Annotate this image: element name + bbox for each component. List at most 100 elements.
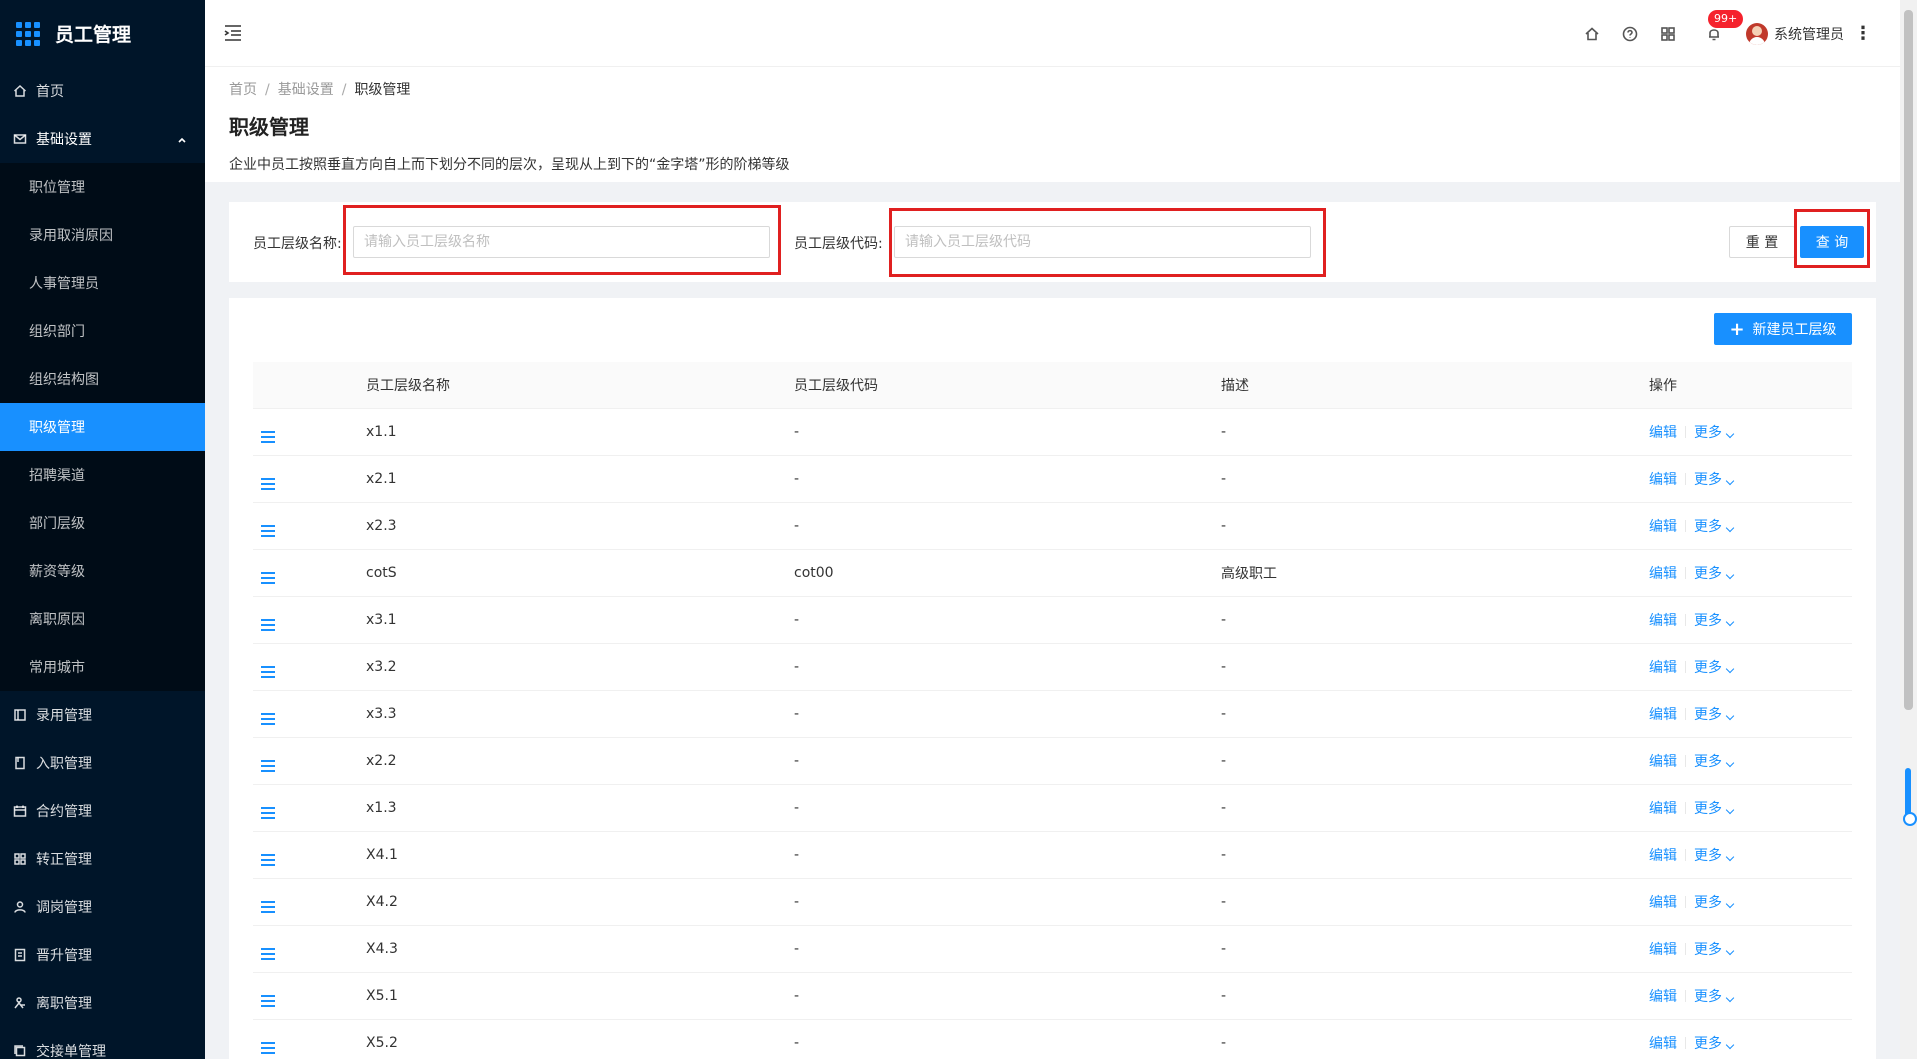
drag-handle-icon[interactable] [261,807,275,819]
sidebar-item-org-chart[interactable]: 组织结构图 [0,355,205,403]
sidebar-item-transfer[interactable]: 调岗管理 [0,883,205,931]
level-name-input[interactable] [353,226,770,258]
level-code-cell: - [794,894,800,910]
edit-link[interactable]: 编辑 [1649,469,1677,489]
drag-handle-icon[interactable] [261,760,275,772]
level-code-cell: - [794,659,800,675]
sidebar-item-home[interactable]: 首页 [0,67,205,115]
sidebar-item-leave-reason[interactable]: 离职原因 [0,595,205,643]
drag-handle-icon[interactable] [261,995,275,1007]
drag-cell [253,515,366,537]
sidebar-item-salary-grade[interactable]: 薪资等级 [0,547,205,595]
question-icon[interactable] [1620,24,1640,44]
new-level-button[interactable]: + 新建员工层级 [1714,313,1852,345]
more-dropdown[interactable]: 更多 [1694,563,1735,583]
sidebar-item-resignation[interactable]: 离职管理 [0,979,205,1027]
sidebar-item-basic-settings[interactable]: 基础设置 [0,115,205,163]
more-dropdown[interactable]: 更多 [1694,704,1735,724]
more-vertical-icon[interactable]: ⋮ [1854,23,1872,44]
sidebar-item-org-dept[interactable]: 组织部门 [0,307,205,355]
actions-cell: 编辑 更多 [1649,798,1852,818]
sidebar-item-recruit-channel[interactable]: 招聘渠道 [0,451,205,499]
drag-handle-icon[interactable] [261,901,275,913]
avatar[interactable] [1746,22,1768,45]
drag-handle-icon[interactable] [261,572,275,584]
edit-link[interactable]: 编辑 [1649,751,1677,771]
edit-link[interactable]: 编辑 [1649,422,1677,442]
drag-handle-icon[interactable] [261,525,275,537]
query-button[interactable]: 查 询 [1800,226,1864,258]
sidebar-item-hiring[interactable]: 录用管理 [0,691,205,739]
more-label: 更多 [1694,660,1722,676]
sidebar-item-rank[interactable]: 职级管理 [0,403,205,451]
edit-link[interactable]: 编辑 [1649,516,1677,536]
app-logo[interactable]: 员工管理 [0,0,205,67]
drag-handle-icon[interactable] [261,478,275,490]
level-code-cell: - [794,471,800,487]
chevron-down-icon [1725,570,1735,580]
home-icon[interactable] [1582,24,1602,44]
page-scrollbar[interactable] [1900,0,1917,1059]
more-dropdown[interactable]: 更多 [1694,751,1735,771]
drag-handle-icon[interactable] [261,1042,275,1054]
team-icon [13,852,27,866]
edit-link[interactable]: 编辑 [1649,939,1677,959]
edit-link[interactable]: 编辑 [1649,657,1677,677]
edit-link[interactable]: 编辑 [1649,563,1677,583]
sidebar-item-common-city[interactable]: 常用城市 [0,643,205,691]
edit-link[interactable]: 编辑 [1649,1033,1677,1053]
drag-handle-icon[interactable] [261,948,275,960]
sidebar-item-hr-admin[interactable]: 人事管理员 [0,259,205,307]
level-code-input[interactable] [894,226,1311,258]
more-dropdown[interactable]: 更多 [1694,798,1735,818]
chevron-down-icon [1725,711,1735,721]
edit-link[interactable]: 编辑 [1649,845,1677,865]
sidebar-item-dept-level[interactable]: 部门层级 [0,499,205,547]
more-dropdown[interactable]: 更多 [1694,469,1735,489]
breadcrumb-home[interactable]: 首页 [229,82,257,98]
edit-link[interactable]: 编辑 [1649,798,1677,818]
more-dropdown[interactable]: 更多 [1694,516,1735,536]
sidebar-item-hire-cancel-reason[interactable]: 录用取消原因 [0,211,205,259]
drag-handle-icon[interactable] [261,431,275,443]
floating-drag-handle[interactable] [1903,768,1917,826]
edit-link[interactable]: 编辑 [1649,610,1677,630]
sidebar-item-label: 入职管理 [36,756,92,772]
description-cell: - [1221,941,1227,957]
menu-fold-icon[interactable] [223,24,243,46]
edit-link[interactable]: 编辑 [1649,892,1677,912]
more-dropdown[interactable]: 更多 [1694,939,1735,959]
more-dropdown[interactable]: 更多 [1694,422,1735,442]
more-dropdown[interactable]: 更多 [1694,845,1735,865]
drag-handle-icon[interactable] [261,666,275,678]
bell-icon[interactable]: 99+ [1704,9,1744,44]
level-name-cell: X5.1 [366,988,398,1004]
actions-cell: 编辑 更多 [1649,986,1852,1006]
breadcrumb-basic-settings[interactable]: 基础设置 [278,82,334,98]
more-dropdown[interactable]: 更多 [1694,1033,1735,1053]
edit-link[interactable]: 编辑 [1649,704,1677,724]
sidebar-item-handover[interactable]: 交接单管理 [0,1027,205,1059]
more-dropdown[interactable]: 更多 [1694,610,1735,630]
edit-link[interactable]: 编辑 [1649,986,1677,1006]
sidebar-item-promotion[interactable]: 晋升管理 [0,931,205,979]
sidebar-item-onboarding[interactable]: 入职管理 [0,739,205,787]
description-cell: 高级职工 [1221,566,1277,582]
level-name-cell: X4.1 [366,847,398,863]
apps-icon[interactable] [1658,24,1678,44]
more-dropdown[interactable]: 更多 [1694,986,1735,1006]
sidebar-item-position[interactable]: 职位管理 [0,163,205,211]
drag-handle-icon[interactable] [261,713,275,725]
user-name[interactable]: 系统管理员 [1774,24,1844,44]
reset-button[interactable]: 重 置 [1729,226,1795,258]
sidebar-item-regularization[interactable]: 转正管理 [0,835,205,883]
action-divider [1685,802,1686,814]
drag-handle-icon[interactable] [261,619,275,631]
sidebar-item-contract[interactable]: 合约管理 [0,787,205,835]
description-cell: - [1221,800,1227,816]
more-dropdown[interactable]: 更多 [1694,657,1735,677]
drag-handle-icon[interactable] [261,854,275,866]
more-dropdown[interactable]: 更多 [1694,892,1735,912]
chevron-down-icon [1725,758,1735,768]
scrollbar-thumb[interactable] [1904,10,1913,710]
